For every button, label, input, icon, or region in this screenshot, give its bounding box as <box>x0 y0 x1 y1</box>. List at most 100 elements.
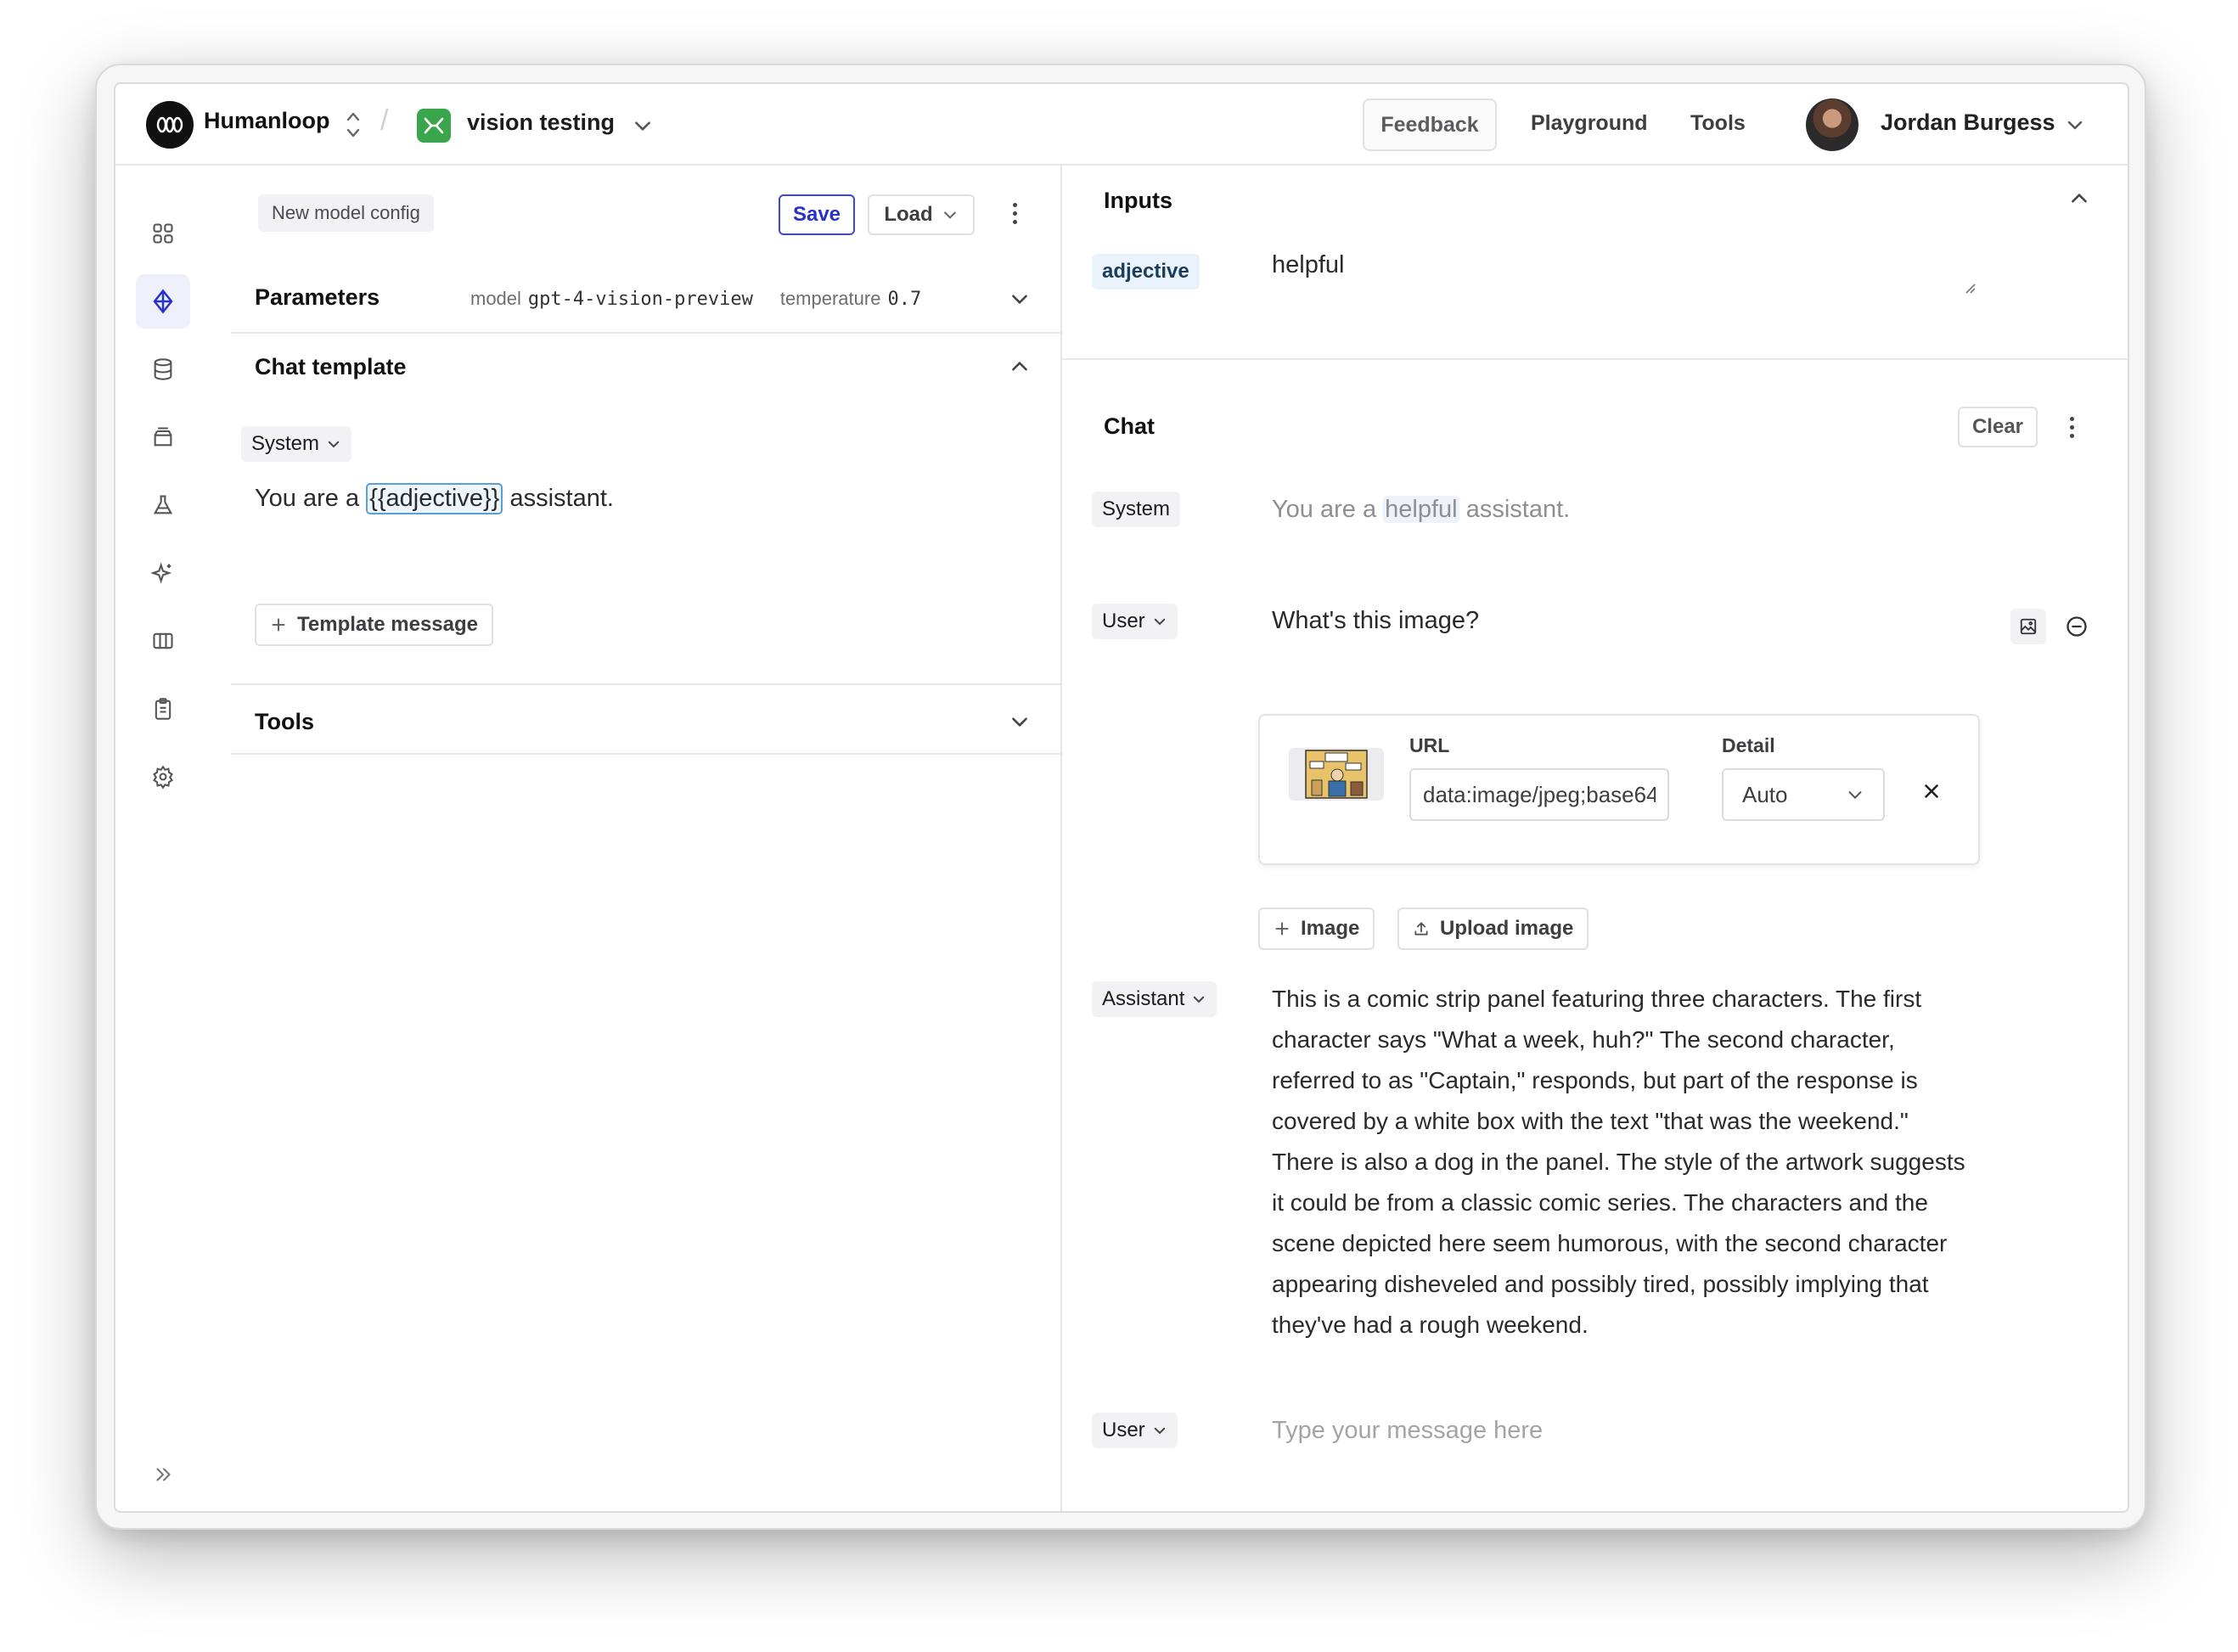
playground-link[interactable]: Playground <box>1531 111 1648 136</box>
columns-icon[interactable] <box>136 614 190 668</box>
clipboard-icon[interactable] <box>136 682 190 736</box>
inputs-title[interactable]: Inputs <box>1104 188 1172 214</box>
role-select-system[interactable]: System <box>241 426 352 462</box>
parameters-summary[interactable]: model gpt-4-vision-preview temperature 0… <box>470 288 921 310</box>
resize-handle-icon[interactable] <box>1961 279 1977 295</box>
input-value-field[interactable]: helpful <box>1272 251 1344 279</box>
diamond-icon[interactable] <box>136 274 190 329</box>
divider <box>231 683 1060 685</box>
chevron-down-icon <box>328 441 340 448</box>
model-value: gpt-4-vision-preview <box>527 289 753 310</box>
add-template-message-button[interactable]: Template message <box>255 604 493 646</box>
grid-icon[interactable] <box>136 206 190 261</box>
chevron-down-icon[interactable] <box>2065 115 2085 135</box>
gear-icon[interactable] <box>136 750 190 804</box>
feedback-button[interactable]: Feedback <box>1363 98 1497 151</box>
chevron-up-icon[interactable] <box>1009 356 1031 378</box>
user-message-text[interactable]: What's this image? <box>1272 600 1479 641</box>
chevron-down-icon <box>1154 618 1165 626</box>
close-icon[interactable] <box>1920 780 1943 802</box>
plus-icon <box>1275 922 1289 936</box>
role-select-assistant[interactable]: Assistant <box>1092 981 1217 1017</box>
panel-divider[interactable] <box>1060 166 1062 1511</box>
divider <box>231 332 1060 334</box>
remove-message-icon[interactable] <box>2065 615 2089 638</box>
detail-label: Detail <box>1722 734 1775 756</box>
breadcrumb-separator: / <box>380 104 389 137</box>
input-name-badge: adjective <box>1092 254 1200 289</box>
system-message: You are a helpful assistant. <box>1272 489 1570 530</box>
load-button[interactable]: Load <box>868 194 975 235</box>
divider <box>231 753 1060 755</box>
database-icon[interactable] <box>136 342 190 396</box>
user-name[interactable]: Jordan Burgess <box>1881 110 2055 136</box>
system-variable-highlight: helpful <box>1383 496 1459 523</box>
project-icon <box>417 109 451 143</box>
load-button-label: Load <box>884 203 933 226</box>
inbox-icon[interactable] <box>136 410 190 464</box>
temperature-key: temperature <box>779 288 881 309</box>
add-image-label: Image <box>1301 917 1360 940</box>
chevron-down-icon[interactable] <box>1009 711 1031 733</box>
message-composer-input[interactable]: Type your message here <box>1272 1410 1543 1451</box>
chevron-down-icon <box>943 211 956 219</box>
template-text-before: You are a <box>255 485 360 512</box>
plus-icon <box>272 618 285 632</box>
more-options-icon[interactable] <box>1010 203 1019 224</box>
role-label: System <box>1102 497 1171 520</box>
role-label: System <box>251 432 320 455</box>
temperature-value: 0.7 <box>887 289 922 310</box>
top-bar: Humanloop / vision testing Feedback Play… <box>115 84 2128 166</box>
parameters-title[interactable]: Parameters <box>255 284 380 311</box>
comic-image-icon <box>1305 750 1368 799</box>
system-text-after: assistant. <box>1465 496 1571 523</box>
role-label: Assistant <box>1102 987 1185 1010</box>
upload-image-button[interactable]: Upload image <box>1397 907 1589 950</box>
chevron-down-icon <box>1154 1427 1165 1435</box>
clear-button[interactable]: Clear <box>1958 407 2038 447</box>
tools-link[interactable]: Tools <box>1690 111 1746 136</box>
avatar[interactable] <box>1806 98 1858 151</box>
template-message-text[interactable]: You are a {{adjective}} assistant. <box>255 483 614 514</box>
save-button[interactable]: Save <box>779 194 855 235</box>
humanloop-logo-icon[interactable] <box>146 101 194 149</box>
chevron-down-icon[interactable] <box>1009 288 1031 310</box>
role-label: User <box>1102 1419 1145 1441</box>
chevron-down-icon <box>1848 791 1862 800</box>
template-variable[interactable]: {{adjective}} <box>366 483 503 514</box>
template-text-after: assistant. <box>509 485 614 512</box>
detail-select[interactable]: Auto <box>1722 768 1885 821</box>
app-window: Humanloop / vision testing Feedback Play… <box>114 82 2129 1513</box>
add-image-button[interactable]: Image <box>1258 907 1375 950</box>
upload-icon <box>1414 922 1428 936</box>
tools-title[interactable]: Tools <box>255 709 314 735</box>
chevron-down-icon[interactable] <box>632 115 654 137</box>
chat-title[interactable]: Chat <box>1104 413 1155 440</box>
flask-icon[interactable] <box>136 478 190 532</box>
role-label: User <box>1102 610 1145 632</box>
role-select-composer[interactable]: User <box>1092 1413 1178 1448</box>
image-url-input[interactable] <box>1409 768 1669 821</box>
app-frame: Humanloop / vision testing Feedback Play… <box>95 64 2146 1530</box>
model-key: model <box>470 288 521 309</box>
chat-template-title[interactable]: Chat template <box>255 354 407 380</box>
url-label: URL <box>1409 734 1450 756</box>
sidebar <box>115 166 211 1511</box>
assistant-message-text[interactable]: This is a comic strip panel featuring th… <box>1272 979 1977 1346</box>
chevron-up-icon[interactable] <box>2068 188 2090 210</box>
switch-org-icon[interactable] <box>343 106 363 143</box>
chat-more-options-icon[interactable] <box>2067 417 2076 438</box>
chevron-down-icon <box>1194 996 1205 1003</box>
sparkle-icon[interactable] <box>136 546 190 600</box>
detail-value: Auto <box>1742 781 1788 807</box>
model-config-name[interactable]: New model config <box>258 194 434 232</box>
add-image-icon[interactable] <box>2010 609 2046 644</box>
add-template-message-label: Template message <box>297 613 478 636</box>
image-thumbnail <box>1289 748 1384 801</box>
project-name[interactable]: vision testing <box>467 110 615 136</box>
upload-image-label: Upload image <box>1440 917 1574 940</box>
double-chevron-right-icon[interactable] <box>136 1447 190 1502</box>
role-select-user[interactable]: User <box>1092 604 1178 639</box>
role-label-system: System <box>1092 492 1181 527</box>
org-name[interactable]: Humanloop <box>204 108 330 134</box>
